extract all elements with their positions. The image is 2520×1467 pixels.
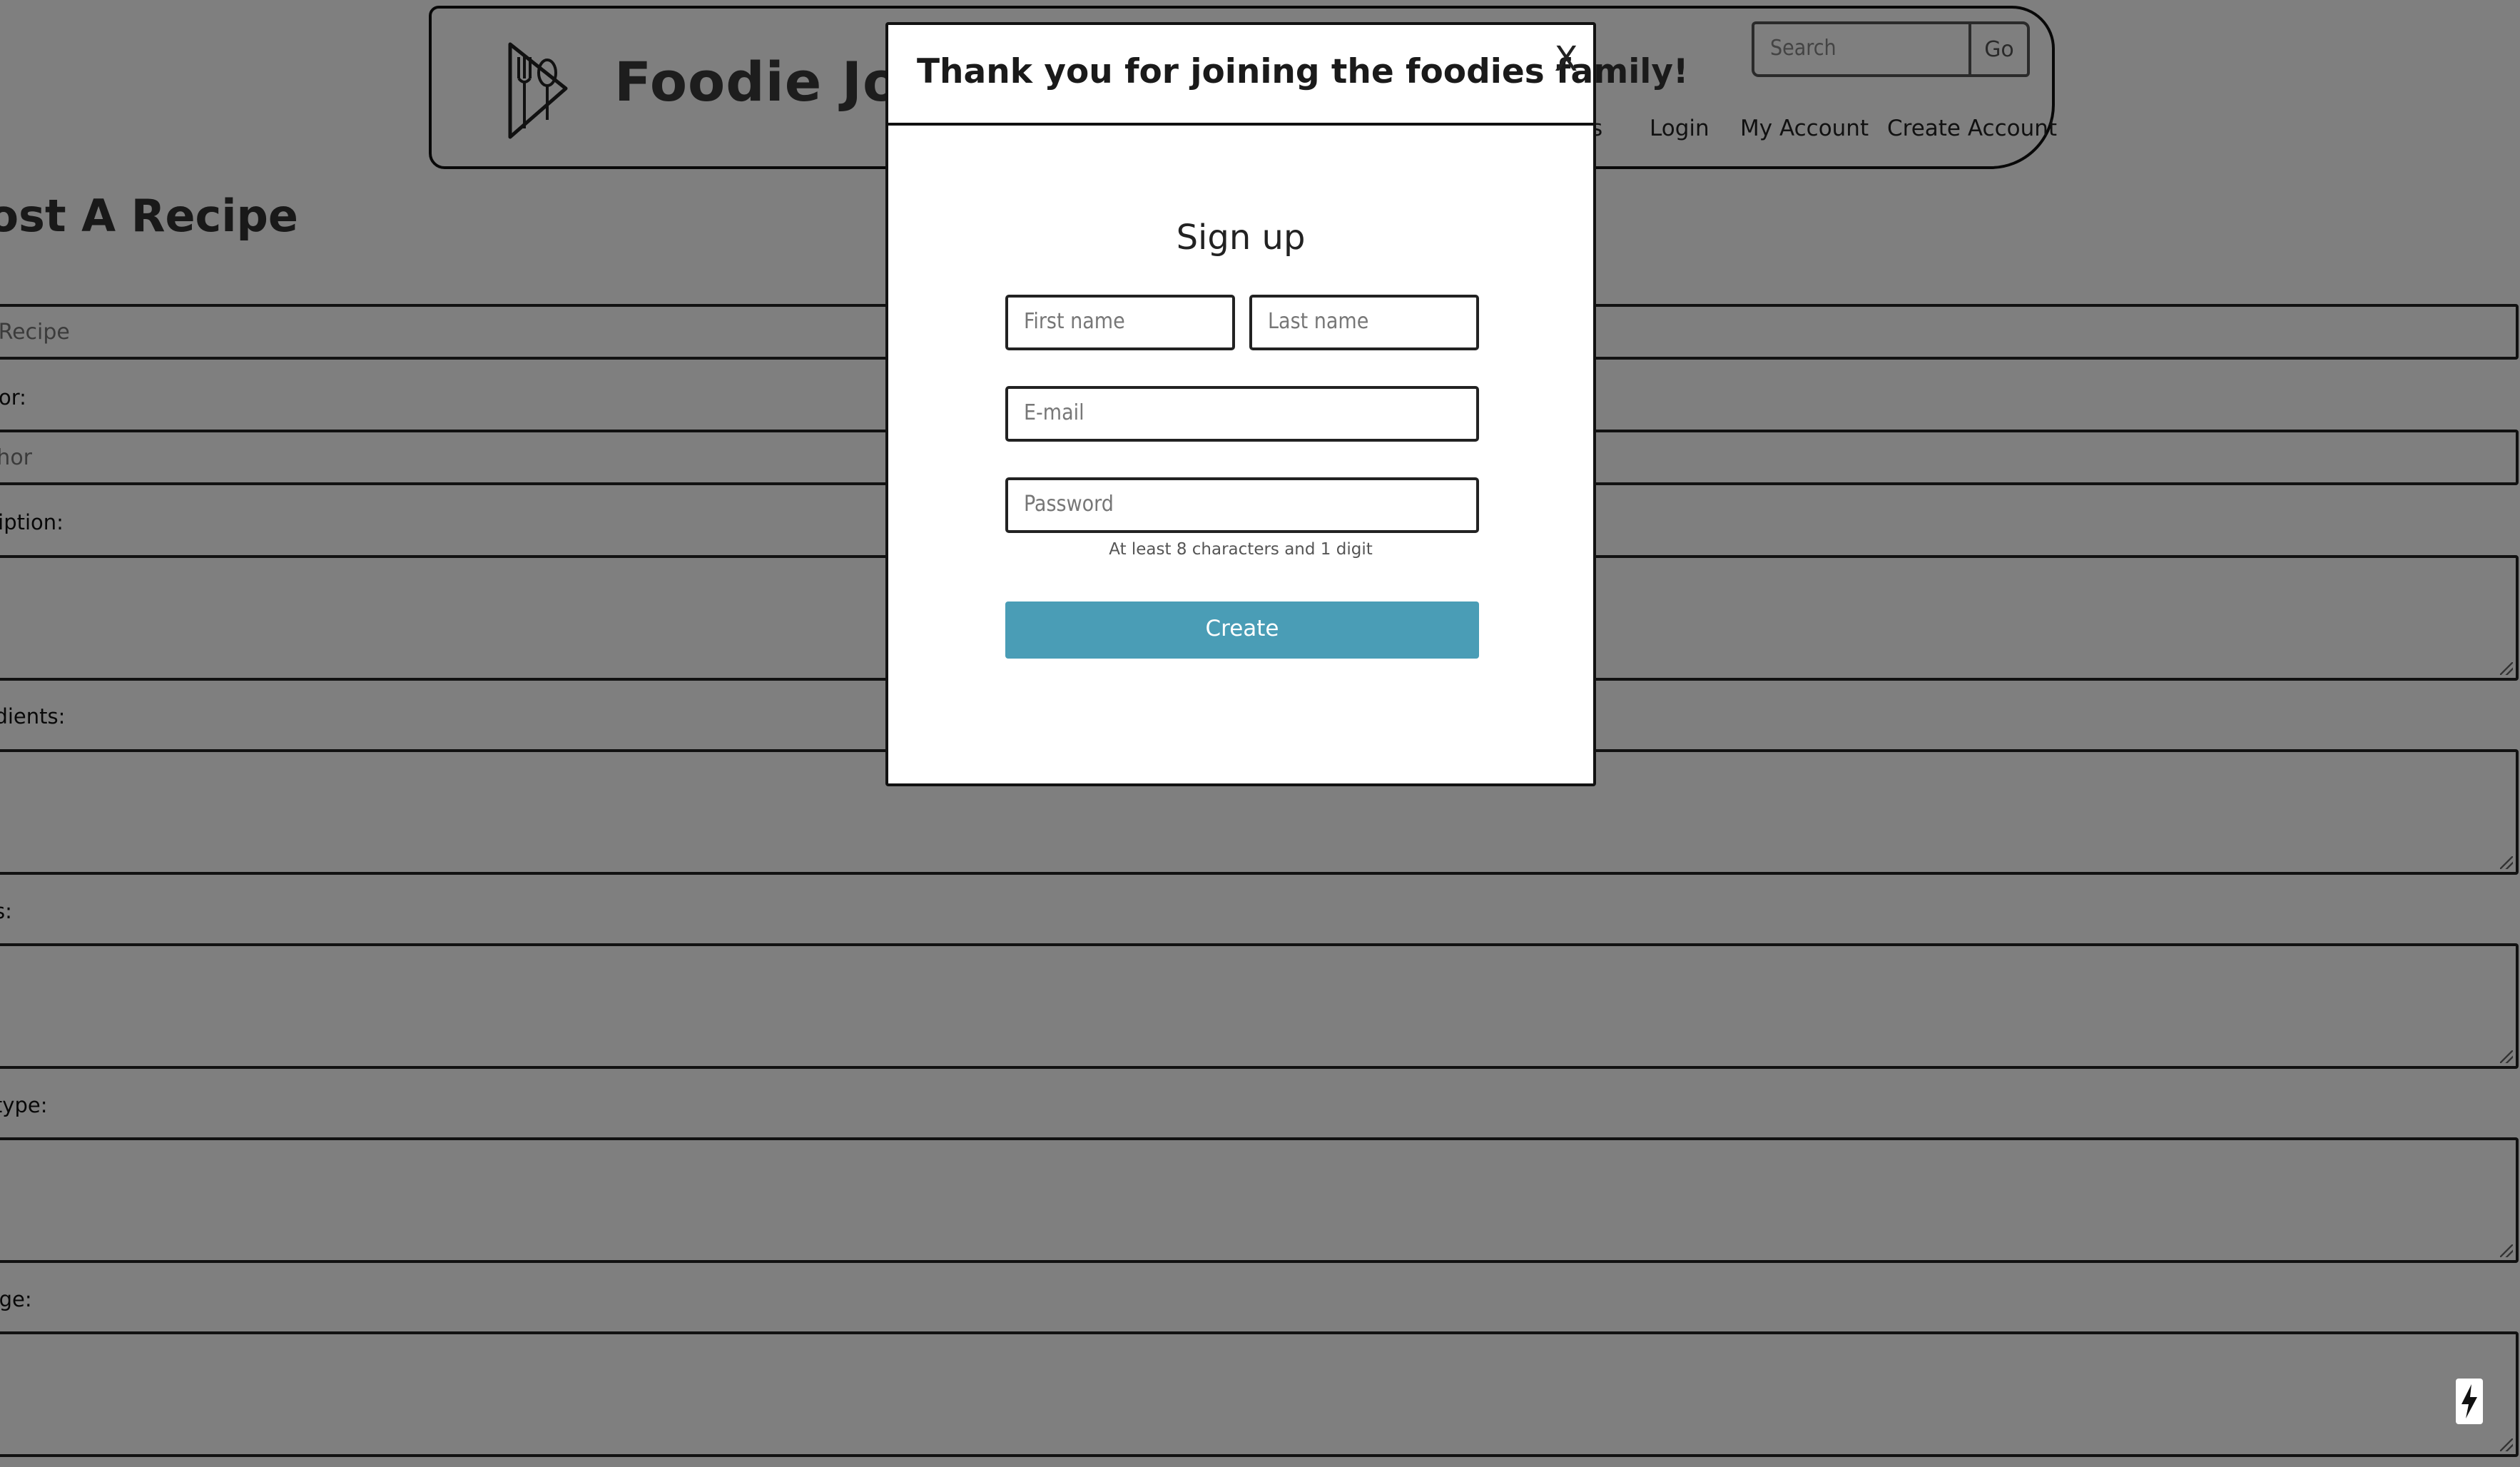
- modal-header: Thank you for joining the foodies family…: [888, 25, 1688, 126]
- lightning-icon: [2461, 1384, 2477, 1418]
- signup-modal: Thank you for joining the foodies family…: [885, 22, 1688, 786]
- lightning-badge[interactable]: [2456, 1379, 2483, 1424]
- first-name-input[interactable]: First name: [1005, 295, 1235, 350]
- last-name-input[interactable]: Last name: [1249, 295, 1479, 350]
- signup-heading: Sign up: [1176, 218, 1306, 258]
- password-input[interactable]: Password: [1005, 477, 1479, 533]
- email-input[interactable]: E-mail: [1005, 386, 1479, 442]
- create-button[interactable]: Create: [1005, 601, 1479, 659]
- password-hint: At least 8 characters and 1 digit: [1109, 540, 1373, 559]
- close-button[interactable]: X: [1546, 39, 1586, 85]
